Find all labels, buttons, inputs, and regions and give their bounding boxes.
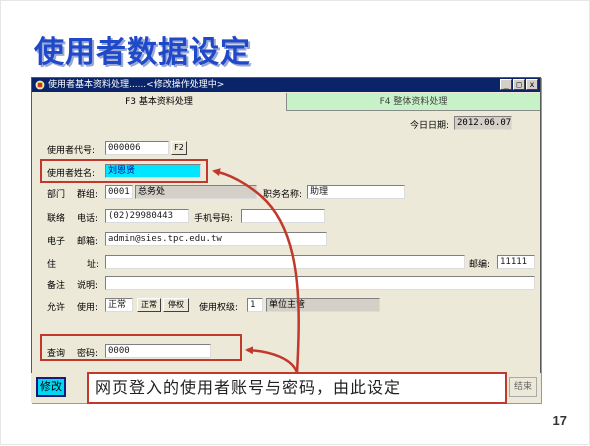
phone-label: 电话: [77,214,99,224]
today-date-field: 2012.06.07 [454,116,512,130]
user-code-label: 使用者代号: [47,146,96,156]
zip-label: 邮编: [469,260,491,270]
job-title-label: 职务名称: [263,190,303,200]
address-section-label: 住 [47,260,57,270]
tab-bar: F3 基本资料处理 F4 整体资料处理 [32,93,540,111]
contact-section-label: 联络 [47,214,66,224]
modify-button[interactable]: 修改 [36,377,66,397]
group-code-field[interactable]: 0001 [105,185,133,199]
level-name-field: 单位主管 [266,298,380,312]
maximize-button[interactable]: □ [513,79,525,90]
window-titlebar: 使用者基本资料处理......<修改操作处理中> _ □ x [32,78,540,92]
window-controls: _ □ x [500,79,538,90]
page-number: 17 [552,413,567,428]
mobile-field[interactable] [241,209,325,223]
level-field[interactable]: 1 [247,298,263,312]
address-field[interactable] [105,255,465,269]
email-field[interactable]: admin@sies.tpc.edu.tw [105,232,327,246]
note-label: 说明: [77,281,99,291]
password-highlight-box [40,334,242,361]
usage-status-field[interactable]: 正常 [105,298,133,312]
group-label: 群组: [77,190,99,200]
slide: 使用者数据设定 使用者基本资料处理......<修改操作处理中> _ □ x F… [0,0,590,445]
user-name-highlight-box [40,159,208,183]
app-icon [35,80,45,90]
note-field[interactable] [105,276,535,290]
annotation-callout: 网页登入的使用者账号与密码，由此设定 [87,372,507,404]
dept-section-label: 部门 [47,190,66,200]
address-label: 址: [87,260,100,270]
note-section-label: 备注 [47,281,66,291]
level-label: 使用权级: [199,303,239,313]
mobile-label: 手机号码: [194,214,234,224]
set-normal-button[interactable]: 正常 [137,298,161,312]
permit-section-label: 允许 [47,303,66,313]
exit-button[interactable]: 结束 [509,377,537,397]
user-code-field[interactable]: 000006 [105,141,169,155]
email-section-label: 电子 [47,237,66,247]
phone-field[interactable]: (02)29980443 [105,209,189,223]
job-title-field[interactable]: 助理 [307,185,405,199]
window-title: 使用者基本资料处理......<修改操作处理中> [48,80,225,90]
group-name-field: 总务处 [135,185,257,199]
slide-title: 使用者数据设定 [34,35,251,70]
usage-label: 使用: [77,303,99,313]
zip-field[interactable]: 11111 [497,255,535,269]
today-label: 今日日期: [410,121,450,131]
minimize-button[interactable]: _ [500,79,512,90]
tab-overall-data[interactable]: F4 整体资料处理 [286,93,540,111]
lookup-button[interactable]: F2 [171,141,187,155]
email-label: 邮箱: [77,237,99,247]
suspend-button[interactable]: 停权 [163,298,189,312]
tab-basic-data[interactable]: F3 基本资料处理 [32,93,286,111]
close-button[interactable]: x [526,79,538,90]
